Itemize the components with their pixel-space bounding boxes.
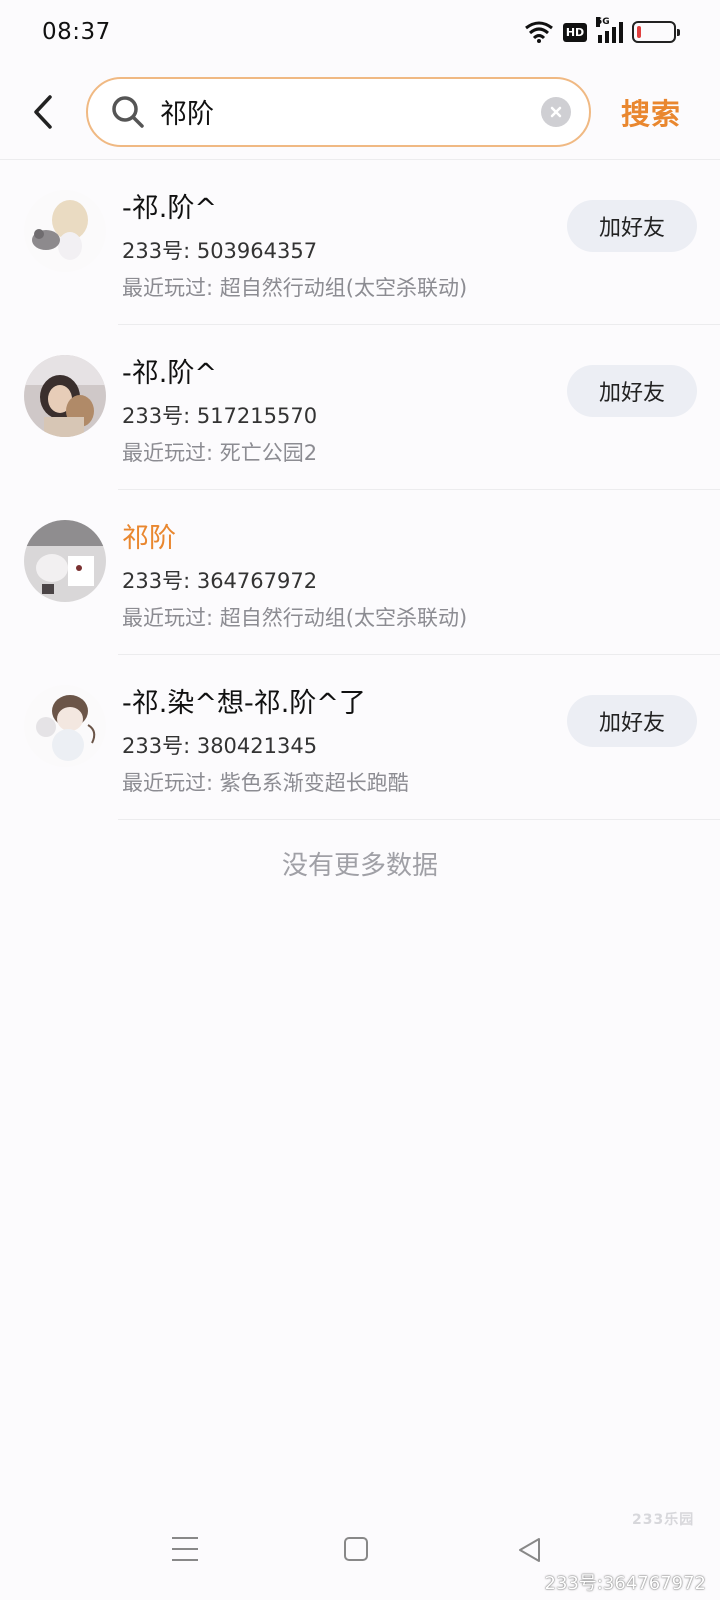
results-list: -祁.阶^ 233号: 503964357 最近玩过: 超自然行动组(太空杀联动… xyxy=(0,160,720,820)
hd-badge: HD xyxy=(563,22,587,42)
avatar[interactable] xyxy=(24,355,106,437)
search-input[interactable] xyxy=(160,96,541,127)
result-uid: 233号: 503964357 xyxy=(122,239,318,263)
network-type-label: 5G xyxy=(596,17,610,27)
search-box[interactable] xyxy=(86,76,591,147)
list-item[interactable]: -祁.阶^ 233号: 517215570 最近玩过: 死亡公园2 加好友 xyxy=(0,325,720,490)
list-item[interactable]: 祁阶 233号: 364767972 最近玩过: 超自然行动组(太空杀联动) xyxy=(0,490,720,655)
row-divider xyxy=(118,819,720,820)
add-friend-button[interactable]: 加好友 xyxy=(567,695,697,747)
add-friend-button[interactable]: 加好友 xyxy=(567,200,697,252)
result-uid: 233号: 364767972 xyxy=(122,569,318,593)
result-uid: 233号: 380421345 xyxy=(122,734,318,758)
back-triangle-icon[interactable] xyxy=(515,1535,545,1565)
search-icon xyxy=(112,95,144,128)
result-recent-game: 最近玩过: 超自然行动组(太空杀联动) xyxy=(122,276,468,300)
chevron-left-icon xyxy=(34,94,52,129)
result-recent-game: 最近玩过: 紫色系渐变超长跑酷 xyxy=(122,771,409,795)
close-icon xyxy=(550,106,562,117)
list-item[interactable]: -祁.染^想-祁.阶^了 233号: 380421345 最近玩过: 紫色系渐变… xyxy=(0,655,720,820)
search-button[interactable]: 搜索 xyxy=(621,91,681,133)
add-friend-button[interactable]: 加好友 xyxy=(567,365,697,417)
result-name: -祁.阶^ xyxy=(122,358,217,389)
result-name: -祁.染^想-祁.阶^了 xyxy=(122,688,366,719)
result-name: 祁阶 xyxy=(122,523,176,554)
result-name: -祁.阶^ xyxy=(122,193,217,224)
back-button[interactable] xyxy=(0,77,86,147)
result-uid: 233号: 517215570 xyxy=(122,404,318,428)
status-bar: 08:37 HD 5G xyxy=(0,0,720,64)
avatar[interactable] xyxy=(24,190,106,272)
avatar[interactable] xyxy=(24,520,106,602)
search-header: 搜索 xyxy=(0,64,720,159)
avatar[interactable] xyxy=(24,685,106,767)
status-time: 08:37 xyxy=(42,19,111,45)
battery-icon xyxy=(632,21,680,43)
signal-icon: 5G xyxy=(596,17,623,43)
menu-icon[interactable] xyxy=(172,1537,198,1563)
result-recent-game: 最近玩过: 超自然行动组(太空杀联动) xyxy=(122,606,468,630)
home-icon[interactable] xyxy=(344,1537,368,1561)
wifi-icon xyxy=(525,21,553,43)
watermark-id: 233号:364767972 xyxy=(544,1573,707,1594)
clear-search-button[interactable] xyxy=(541,96,571,127)
status-icons: HD 5G xyxy=(524,17,680,44)
result-recent-game: 最近玩过: 死亡公园2 xyxy=(122,441,318,465)
list-item[interactable]: -祁.阶^ 233号: 503964357 最近玩过: 超自然行动组(太空杀联动… xyxy=(0,160,720,325)
no-more-data-label: 没有更多数据 xyxy=(281,851,438,881)
